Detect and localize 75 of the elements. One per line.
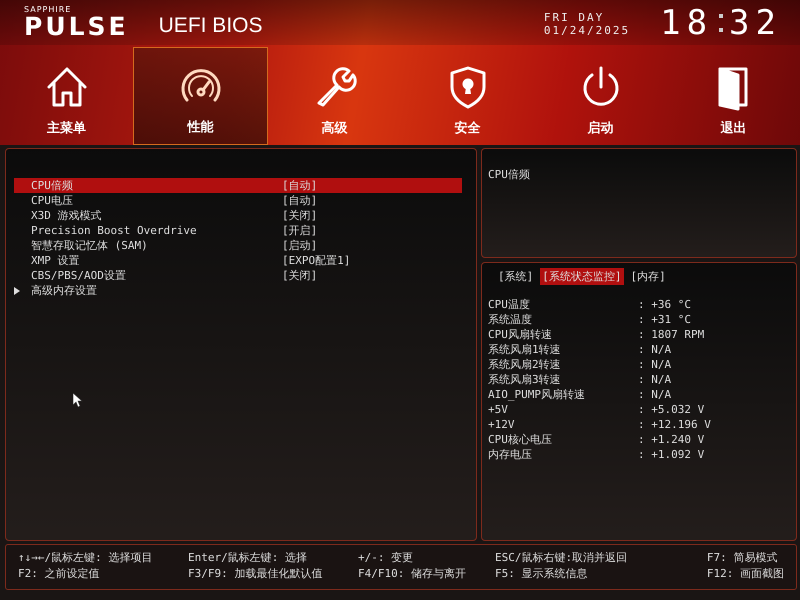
- setting-label: X3D 游戏模式: [31, 208, 102, 223]
- clock-minutes: 32: [729, 2, 782, 42]
- sensor-label: 系统风扇2转速: [488, 357, 562, 372]
- sensor-value: : N/A: [638, 342, 672, 357]
- sensor-label: CPU风扇转速: [488, 327, 553, 342]
- weekday-text: FRI DAY: [544, 12, 606, 24]
- sensor-value: : 1807 RPM: [638, 327, 706, 342]
- setting-row[interactable]: CPU电压 [自动]: [14, 193, 462, 208]
- setting-value: [开启]: [282, 223, 318, 238]
- sensor-label: +5V: [488, 402, 509, 417]
- nav-tab[interactable]: 退出: [667, 47, 800, 145]
- setting-value: [自动]: [282, 193, 318, 208]
- sensor-value: : N/A: [638, 387, 672, 402]
- nav-tab[interactable]: 安全: [401, 47, 534, 145]
- setting-row[interactable]: CPU倍频 [自动]: [14, 178, 462, 193]
- monitor-tab[interactable]: [内存]: [628, 268, 668, 285]
- setting-value: [启动]: [282, 238, 318, 253]
- sensor-value: : N/A: [638, 372, 672, 387]
- setting-value: [关闭]: [282, 208, 318, 223]
- monitor-tab[interactable]: [系统]: [496, 268, 536, 285]
- setting-row[interactable]: 高级内存设置: [14, 283, 462, 298]
- key-hint: F2: 之前设定值: [18, 566, 100, 582]
- key-hint: F7: 简易模式: [706, 550, 778, 566]
- setting-value: [关闭]: [282, 268, 318, 283]
- sensor-value: : +1.240 V: [638, 432, 706, 447]
- nav-tab[interactable]: 性能: [133, 47, 268, 145]
- date-text: 01/24/2025: [544, 24, 630, 38]
- key-hint: +/-: 变更: [358, 550, 414, 566]
- logo-text: PULSE: [24, 14, 129, 39]
- monitor-tab[interactable]: [系统状态监控]: [540, 268, 624, 285]
- setting-label: Precision Boost Overdrive: [31, 224, 198, 237]
- setting-row[interactable]: 智慧存取记忆体 (SAM) [启动]: [14, 238, 462, 253]
- sensor-label: AIO_PUMP风扇转速: [488, 387, 586, 402]
- key-hint: ↑↓→←/鼠标左键: 选择项目: [18, 550, 154, 566]
- key-hint: F12: 画面截图: [706, 566, 784, 582]
- sensor-label: CPU核心电压: [488, 432, 553, 447]
- clock-colon-icon: [719, 14, 724, 32]
- key-hint: Enter/鼠标左键: 选择: [188, 550, 308, 566]
- setting-label: 智慧存取记忆体 (SAM): [31, 238, 149, 253]
- setting-label: CPU倍频: [31, 178, 74, 193]
- mouse-pointer-icon: [73, 393, 83, 407]
- clock-hours: 18: [660, 2, 714, 42]
- setting-value: [自动]: [282, 178, 318, 193]
- bios-title: UEFI BIOS: [158, 14, 262, 38]
- setting-label: CBS/PBS/AOD设置: [31, 268, 127, 283]
- sensor-value: : +12.196 V: [638, 417, 712, 432]
- help-text: CPU倍频: [488, 168, 530, 181]
- setting-row[interactable]: XMP 设置 [EXPO配置1]: [14, 253, 462, 268]
- setting-label: 高级内存设置: [31, 283, 98, 298]
- sensor-value: : +36 °C: [638, 297, 692, 312]
- key-hint: ESC/鼠标右键:取消并返回: [495, 550, 628, 566]
- sensor-value: : +5.032 V: [638, 402, 706, 417]
- setting-row[interactable]: Precision Boost Overdrive [开启]: [14, 223, 462, 238]
- setting-row[interactable]: CBS/PBS/AOD设置 [关闭]: [14, 268, 462, 283]
- nav-tab[interactable]: 高级: [268, 47, 401, 145]
- sensor-label: 内存电压: [488, 447, 533, 462]
- sensor-label: 系统温度: [488, 312, 533, 327]
- key-hint: F4/F10: 储存与离开: [358, 566, 467, 582]
- nav-tab[interactable]: 主菜单: [0, 47, 133, 145]
- sensor-label: 系统风扇1转速: [488, 342, 562, 357]
- brand-text: SAPPHIRE: [24, 6, 72, 14]
- nav-tab[interactable]: 启动: [534, 47, 667, 145]
- key-hint: F3/F9: 加载最佳化默认值: [188, 566, 324, 582]
- sensor-value: : N/A: [638, 357, 672, 372]
- sensor-label: +12V: [488, 417, 516, 432]
- sensor-label: CPU温度: [488, 297, 531, 312]
- submenu-arrow-icon: [14, 286, 20, 294]
- setting-label: XMP 设置: [31, 253, 80, 268]
- sensor-label: 系统风扇3转速: [488, 372, 562, 387]
- setting-label: CPU电压: [31, 193, 74, 208]
- setting-row[interactable]: X3D 游戏模式 [关闭]: [14, 208, 462, 223]
- sensor-value: : +31 °C: [638, 312, 692, 327]
- setting-value: [EXPO配置1]: [282, 253, 350, 268]
- key-hint: F5: 显示系统信息: [495, 566, 588, 582]
- sensor-value: : +1.092 V: [638, 447, 706, 462]
